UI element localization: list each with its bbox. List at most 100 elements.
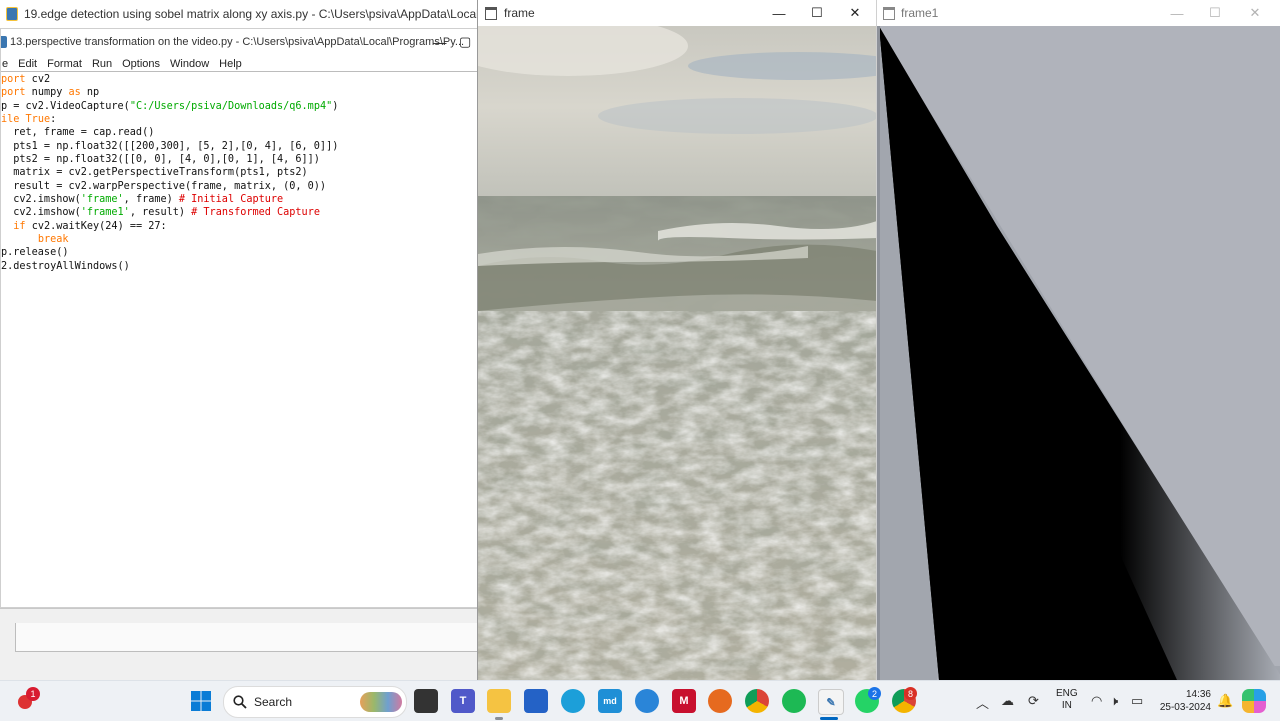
code-token: : <box>50 114 57 126</box>
code-token: result = cv2.warpPerspective(frame, matr… <box>1 180 327 192</box>
spotify-icon[interactable] <box>782 689 806 713</box>
chevron-up-icon[interactable]: ︿ <box>976 693 989 712</box>
code-token: # Transformed Capture <box>191 207 320 219</box>
menu-file[interactable]: e <box>1 58 13 70</box>
code-token: break <box>37 234 69 246</box>
python-idle-icon[interactable]: ✎ <box>818 689 844 715</box>
code-token: as <box>68 87 81 99</box>
code-line[interactable]: port numpy as np <box>1 86 477 99</box>
code-token: port <box>1 74 26 85</box>
minimize-button[interactable]: — <box>760 0 798 26</box>
vscode-icon[interactable] <box>635 689 659 713</box>
transformed-frame-image <box>877 26 1280 680</box>
code-line[interactable]: p.release() <box>1 246 477 259</box>
clock[interactable]: 14:36 25-03-2024 <box>1157 688 1211 714</box>
code-token: , frame) <box>123 194 179 206</box>
notification-badge: 1 <box>26 687 40 701</box>
code-editor[interactable]: port cv2 port numpy as np p = cv2.VideoCap… <box>1 71 477 607</box>
code-token: , result) <box>129 207 192 219</box>
onedrive-icon[interactable]: ☁ <box>1001 693 1014 709</box>
language-indicator[interactable]: ENG IN <box>1056 688 1078 712</box>
close-button[interactable]: ✕ <box>1236 0 1274 26</box>
code-line[interactable]: result = cv2.warpPerspective(frame, matr… <box>1 180 477 193</box>
firefox-icon[interactable] <box>708 689 732 713</box>
code-line[interactable]: 2.destroyAllWindows() <box>1 260 477 273</box>
menu-help[interactable]: Help <box>214 58 247 70</box>
frame-window[interactable]: frame — ☐ ✕ <box>477 0 877 680</box>
code-token: numpy <box>25 87 69 99</box>
code-line[interactable]: pts2 = np.float32([[0, 0], [4, 0],[0, 1]… <box>1 153 477 166</box>
volume-icon[interactable]: 🕨 <box>1110 693 1118 709</box>
file-explorer-icon[interactable] <box>487 689 511 713</box>
search-input[interactable]: Search <box>223 686 407 718</box>
language-code: ENG <box>1056 688 1078 699</box>
menu-options[interactable]: Options <box>117 58 165 70</box>
app-icon[interactable]: md <box>598 689 622 713</box>
time-label: 14:36 <box>1185 689 1211 700</box>
python-file-icon <box>1 36 7 48</box>
window-title: frame <box>504 6 535 20</box>
code-line[interactable]: ile True: <box>1 113 477 126</box>
code-line[interactable]: cv2.imshow('frame', frame) # Initial Cap… <box>1 193 477 206</box>
teams-icon[interactable]: T <box>451 689 475 713</box>
window-title: 19.edge detection using sobel matrix alo… <box>23 7 480 21</box>
menu-window[interactable]: Window <box>165 58 214 70</box>
code-line[interactable]: matrix = cv2.getPerspectiveTransform(pts… <box>1 166 477 179</box>
code-token: pts1 = np.float32([[200,300], [5, 2],[0,… <box>1 140 339 152</box>
copilot-icon[interactable] <box>1242 689 1266 713</box>
store-icon[interactable] <box>524 689 548 713</box>
sync-icon[interactable]: ⟳ <box>1028 693 1039 709</box>
search-label: Search <box>254 695 293 709</box>
code-token: 2.destroyAllWindows() <box>1 260 130 272</box>
code-token: cv2 <box>25 74 51 85</box>
shell-window[interactable] <box>0 608 478 680</box>
menu-format[interactable]: Format <box>42 58 87 70</box>
idle-editor-window[interactable]: 13.perspective transformation on the vid… <box>0 28 478 608</box>
code-line[interactable]: port cv2 <box>1 73 477 86</box>
warped-image <box>877 26 1280 680</box>
background-editor-window[interactable]: 19.edge detection using sobel matrix alo… <box>0 0 480 30</box>
code-token: cv2.imshow( <box>1 207 81 219</box>
code-token: "C:/Users/psiva/Downloads/q6.mp4" <box>129 100 333 112</box>
code-token: cv2.imshow( <box>1 194 81 206</box>
opencv-window-icon <box>485 6 497 20</box>
maximize-button[interactable]: ☐ <box>798 0 836 26</box>
start-icon[interactable] <box>189 689 213 713</box>
code-line[interactable]: cv2.imshow('frame1', result) # Transform… <box>1 206 477 219</box>
code-token: # Initial Capture <box>178 194 284 206</box>
code-token: pts2 = np.float32([[0, 0], [4, 0],[0, 1]… <box>1 154 320 166</box>
code-line[interactable]: pts1 = np.float32([[200,300], [5, 2],[0,… <box>1 140 477 153</box>
code-token: cv2.waitKey(24) == 27: <box>25 220 167 232</box>
date-label: 25-03-2024 <box>1159 702 1211 713</box>
code-line[interactable]: if cv2.waitKey(24) == 27: <box>1 220 477 233</box>
sea-waves-image <box>478 26 877 680</box>
code-token: np <box>80 87 100 99</box>
code-token: p = cv2.VideoCapture( <box>1 100 130 112</box>
code-token: p.release() <box>1 247 69 259</box>
code-line[interactable]: p = cv2.VideoCapture("C:/Users/psiva/Dow… <box>1 100 477 113</box>
maximize-button[interactable]: ☐ <box>1196 0 1234 26</box>
mcafee-icon[interactable]: M <box>672 689 696 713</box>
window-title: frame1 <box>901 6 939 20</box>
chrome-icon[interactable] <box>745 689 769 713</box>
wifi-icon[interactable]: ◠ <box>1091 693 1102 709</box>
close-button[interactable]: ✕ <box>836 0 874 26</box>
menu-run[interactable]: Run <box>87 58 117 70</box>
code-line[interactable]: ret, frame = cap.read() <box>1 126 477 139</box>
code-token: 'frame1' <box>80 207 130 219</box>
minimize-button[interactable]: — <box>1158 0 1196 26</box>
notification-bell-icon[interactable]: 🔔 <box>1217 693 1233 709</box>
chrome-badge: 8 <box>904 687 917 700</box>
region-code: IN <box>1061 700 1072 711</box>
battery-icon[interactable]: ▭ <box>1131 693 1143 709</box>
maximize-button[interactable]: ▢ <box>459 29 477 55</box>
code-line[interactable]: break <box>1 233 477 246</box>
frame1-window[interactable]: frame1 — ☐ ✕ <box>876 0 1280 680</box>
edge-icon[interactable] <box>561 689 585 713</box>
shell-panel <box>15 623 478 652</box>
file-icon[interactable] <box>414 689 438 713</box>
menu-edit[interactable]: Edit <box>13 58 42 70</box>
minimize-button[interactable]: — <box>421 29 459 55</box>
